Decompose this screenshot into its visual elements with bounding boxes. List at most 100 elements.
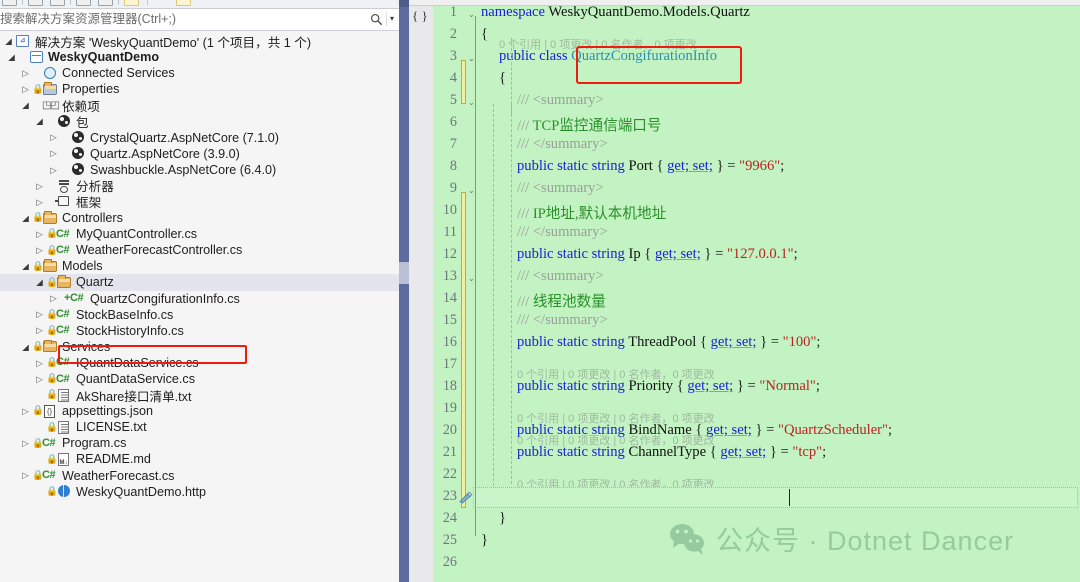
tree-item-swashbuckle.aspnetcore-6.4.0-[interactable]: ▷ Swashbuckle.AspNetCore (6.4.0) <box>0 162 399 178</box>
tree-item-quartzcongifurationinfo.cs[interactable]: ▷ + C# QuartzCongifurationInfo.cs <box>0 291 399 307</box>
line-number: 1 <box>449 4 457 20</box>
tree-item-akshare-.txt[interactable]: 🔒 AkShare接口清单.txt <box>0 387 399 404</box>
tree-item-quantdataservice.cs[interactable]: ▷ 🔒 C# QuantDataService.cs <box>0 371 399 387</box>
chevron-down-icon[interactable]: ◢ <box>2 37 15 46</box>
code-line-1[interactable]: 1 ⌄ namespace WeskyQuantDemo.Models.Quartz <box>409 4 1080 26</box>
chevron-right-icon[interactable]: ▷ <box>33 182 46 191</box>
chevron-right-icon[interactable]: ▷ <box>33 359 46 368</box>
code-line-9[interactable]: 9 ⌄/// <summary> <box>409 180 1080 202</box>
solution-root-row[interactable]: ◢ ⊿ 解决方案 'WeskyQuantDemo' (1 个项目，共 1 个) <box>0 33 399 50</box>
tree-item-quartz.aspnetcore-3.9.0-[interactable]: ▷ Quartz.AspNetCore (3.9.0) <box>0 146 399 162</box>
chevron-right-icon[interactable]: ▷ <box>19 69 32 78</box>
chevron-down-icon[interactable]: ◢ <box>33 117 46 126</box>
tree-item-properties[interactable]: ▷ 🔒 Properties <box>0 81 399 97</box>
code-line-6[interactable]: 6 /// TCP监控通信端口号 <box>409 114 1080 136</box>
tree-item-connected-services[interactable]: ▷ Connected Services <box>0 65 399 81</box>
panel-splitter-top <box>399 0 409 7</box>
chevron-right-icon[interactable]: ▷ <box>19 407 32 416</box>
tree-item-readme.md[interactable]: 🔒 M↓ README.md <box>0 451 399 467</box>
code-line-4[interactable]: 4{ <box>409 70 1080 92</box>
chevron-right-icon[interactable]: ▷ <box>33 310 46 319</box>
chevron-right-icon[interactable]: ▷ <box>33 198 46 207</box>
tree-item-weatherforecast.cs[interactable]: ▷ 🔒 C# WeatherForecast.cs <box>0 468 399 484</box>
search-icon[interactable] <box>370 13 383 26</box>
tree-item-license.txt[interactable]: 🔒 LICENSE.txt <box>0 419 399 435</box>
code-line-8[interactable]: 8 public static string Port { get; set; }… <box>409 158 1080 180</box>
tree-item-stockbaseinfo.cs[interactable]: ▷ 🔒 C# StockBaseInfo.cs <box>0 307 399 323</box>
code-line-7[interactable]: 7 /// </summary> <box>409 136 1080 158</box>
preview-selected-items-icon[interactable] <box>124 0 139 6</box>
tree-item-label: 框架 <box>76 196 102 211</box>
chevron-right-icon[interactable]: ▷ <box>19 439 32 448</box>
markdown-file-icon: M↓ <box>56 452 73 467</box>
chevron-right-icon[interactable]: ▷ <box>47 133 60 142</box>
chevron-down-icon[interactable]: ◢ <box>19 101 32 110</box>
code-line-16[interactable]: 16 public static string ThreadPool { get;… <box>409 334 1080 356</box>
code-line-5[interactable]: 5 ⌄/// <summary> <box>409 92 1080 114</box>
chevron-right-icon[interactable]: ▷ <box>33 326 46 335</box>
chevron-right-icon[interactable]: ▷ <box>33 375 46 384</box>
search-options-dropdown[interactable]: ▾ <box>386 12 397 26</box>
show-all-files-icon[interactable] <box>76 0 91 6</box>
tree-item--[interactable]: ◢ 包 <box>0 113 399 130</box>
chevron-down-icon[interactable]: ◢ <box>19 343 32 352</box>
codelens-21[interactable]: 0 个引用 | 0 项更改 | 0 名作者，0 项更改 <box>481 432 715 448</box>
line-number: 14 <box>442 290 457 306</box>
tree-item--[interactable]: ▷ 分析器 <box>0 178 399 194</box>
csharp-file-icon: C# <box>42 469 56 482</box>
line-number: 21 <box>442 444 457 460</box>
tree-item-appsettings.json[interactable]: ▷ 🔒{} appsettings.json <box>0 403 399 419</box>
back-arrow-icon[interactable] <box>2 0 17 6</box>
chevron-down-icon[interactable]: ◢ <box>33 278 46 287</box>
properties-icon[interactable] <box>98 0 113 6</box>
codelens-18[interactable]: 0 个引用 | 0 项更改 | 0 名作者，0 项更改 <box>481 366 715 382</box>
chevron-right-icon[interactable]: ▷ <box>19 471 32 480</box>
tree-item-services[interactable]: ◢ 🔒 Services <box>0 339 399 355</box>
tree-item-quartz[interactable]: ◢ 🔒 Quartz <box>0 274 399 291</box>
tree-item-stockhistoryinfo.cs[interactable]: ▷ 🔒 C# StockHistoryInfo.cs <box>0 323 399 339</box>
package-icon <box>70 162 87 177</box>
codelens-3[interactable]: 0 个引用 | 0 项更改 | 0 名作者，0 项更改 <box>481 36 697 52</box>
code-line-13[interactable]: 13 ⌄/// <summary> <box>409 268 1080 290</box>
refresh-icon[interactable] <box>28 0 43 6</box>
code-line-10[interactable]: 10 /// IP地址,默认本机地址 <box>409 202 1080 224</box>
lock-icon: 🔒 <box>32 83 44 95</box>
chevron-right-icon[interactable]: ▷ <box>33 246 46 255</box>
code-text: public static string Ip { get; set; } = … <box>517 246 798 262</box>
pending-changes-filter-icon[interactable] <box>176 0 191 6</box>
code-editor[interactable]: { } 1 ⌄ namespace WeskyQuantDemo.Models.Qu… <box>409 0 1080 582</box>
chevron-down-icon[interactable]: ◢ <box>19 262 32 271</box>
search-input[interactable] <box>0 9 368 30</box>
tree-item-myquantcontroller.cs[interactable]: ▷ 🔒 C# MyQuantController.cs <box>0 226 399 242</box>
tree-item-models[interactable]: ◢ 🔒 Models <box>0 258 399 274</box>
tree-item-weatherforecastcontroller.cs[interactable]: ▷ 🔒 C# WeatherForecastController.cs <box>0 242 399 258</box>
tree-item--[interactable]: ◢ ◳◰ 依赖项 <box>0 97 399 114</box>
tree-item-label: StockHistoryInfo.cs <box>76 323 184 338</box>
code-line-15[interactable]: 15 /// </summary> <box>409 312 1080 334</box>
codelens-20[interactable]: 0 个引用 | 0 项更改 | 0 名作者，0 项更改 <box>481 410 715 426</box>
panel-splitter-grip[interactable] <box>399 262 409 284</box>
code-line-14[interactable]: 14 /// 线程池数量 <box>409 290 1080 312</box>
chevron-down-icon[interactable]: ◢ <box>19 214 32 223</box>
line-number: 9 <box>449 180 457 196</box>
home-icon[interactable] <box>152 0 167 6</box>
tree-item-controllers[interactable]: ◢ 🔒 Controllers <box>0 210 399 226</box>
chevron-right-icon[interactable]: ▷ <box>19 85 32 94</box>
chevron-right-icon[interactable]: ▷ <box>47 294 60 303</box>
tree-item-label: appsettings.json <box>62 404 154 419</box>
connected-services-icon <box>42 66 59 81</box>
tree-item--[interactable]: ▷ 框架 <box>0 194 399 210</box>
tree-item-iquantdataservice.cs[interactable]: ▷ 🔒 C# IQuantDataService.cs <box>0 355 399 371</box>
panel-splitter[interactable] <box>399 0 409 582</box>
chevron-down-icon[interactable]: ◢ <box>5 53 18 62</box>
chevron-right-icon[interactable]: ▷ <box>47 166 60 175</box>
code-line-11[interactable]: 11 /// </summary> <box>409 224 1080 246</box>
tree-item-crystalquartz.aspnetcore-7.1.0-[interactable]: ▷ CrystalQuartz.AspNetCore (7.1.0) <box>0 130 399 146</box>
collapse-all-icon[interactable] <box>50 0 65 6</box>
code-line-12[interactable]: 12 public static string Ip { get; set; } … <box>409 246 1080 268</box>
tree-item-weskyquantdemo[interactable]: ✓◢WeskyQuantDemo <box>0 49 399 65</box>
tree-item-weskyquantdemo.http[interactable]: 🔒 WeskyQuantDemo.http <box>0 484 399 500</box>
tree-item-program.cs[interactable]: ▷ 🔒 C# Program.cs <box>0 435 399 451</box>
chevron-right-icon[interactable]: ▷ <box>47 149 60 158</box>
chevron-right-icon[interactable]: ▷ <box>33 230 46 239</box>
